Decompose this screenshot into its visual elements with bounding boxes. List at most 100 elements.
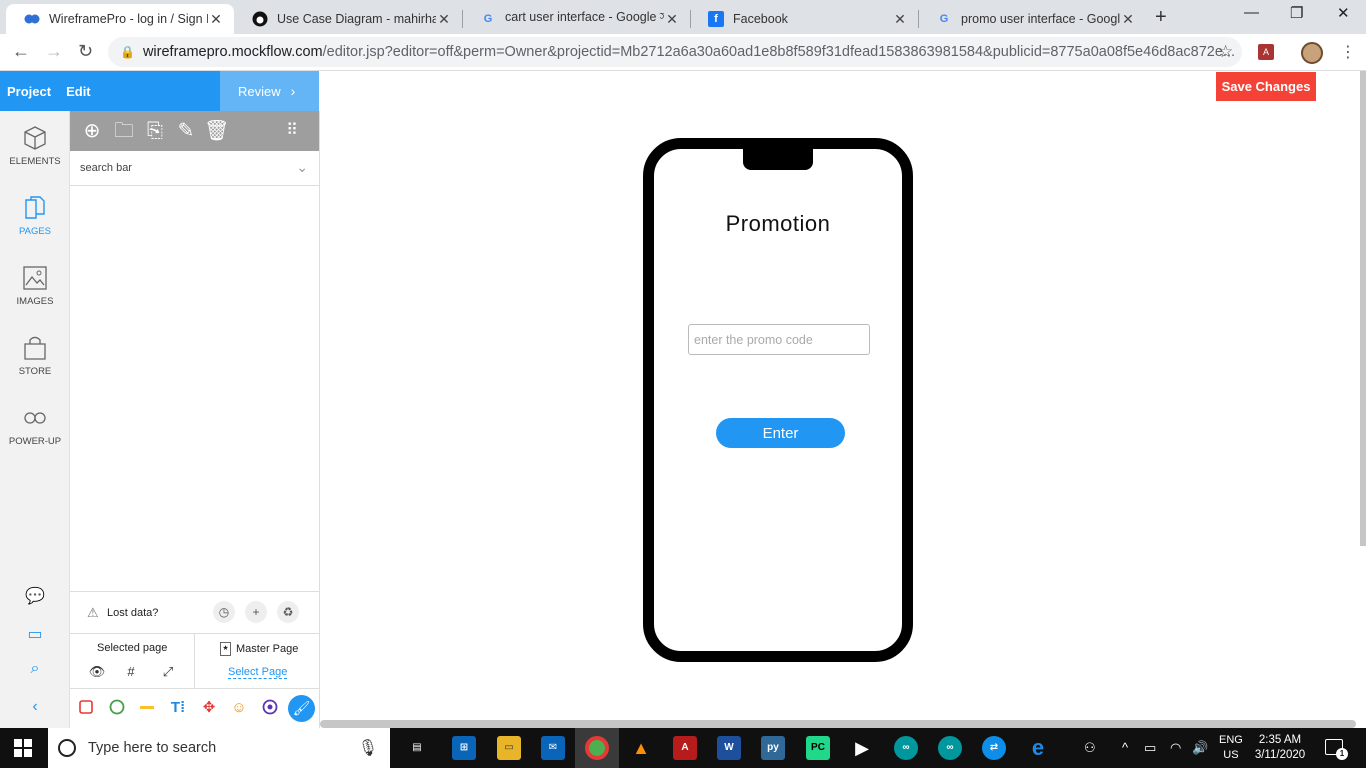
edit-icon[interactable]: ✎ — [174, 119, 198, 143]
task-view-icon[interactable]: ▤ — [405, 736, 429, 760]
forward-icon[interactable]: → — [45, 41, 63, 62]
browser-menu-icon[interactable]: ⋮ — [1340, 42, 1356, 62]
close-tab-icon[interactable]: ✕ — [892, 11, 908, 28]
vertical-scrollbar[interactable] — [1360, 71, 1366, 546]
windows-taskbar: Type here to search 🎙 ▤ ⊞ ▭ ✉ ▲ A W py P… — [0, 728, 1366, 768]
editor-canvas[interactable]: Save Changes Promotion Enter — [320, 71, 1360, 728]
shape-tools: T⁞ ✥ ☺ 🖌 — [70, 688, 319, 728]
rectangle-tool-icon[interactable] — [77, 699, 95, 717]
phone-frame[interactable]: Promotion Enter — [643, 138, 913, 662]
close-window-icon[interactable]: ✕ — [1337, 4, 1350, 22]
rail-item-store[interactable]: STORE — [0, 335, 70, 377]
edge-icon[interactable]: e — [1026, 736, 1050, 760]
add-page-icon[interactable]: ⊕ — [80, 119, 104, 143]
page-search[interactable]: search bar ⌄ — [70, 151, 319, 186]
browser-tab-cart[interactable]: G cart user interface - Google সা ✕ — [462, 4, 690, 34]
history-icon[interactable]: ◷ — [213, 601, 235, 623]
new-tab-icon[interactable]: + — [1155, 6, 1167, 29]
back-icon[interactable]: ← — [12, 41, 30, 62]
file-explorer-icon[interactable]: ▭ — [497, 736, 521, 760]
chevron-double-down-icon[interactable]: ⌄ — [296, 159, 308, 176]
promo-code-input[interactable] — [688, 324, 870, 355]
save-changes-button[interactable]: Save Changes — [1216, 72, 1316, 101]
battery-icon[interactable]: ▭ — [1144, 740, 1156, 756]
reload-icon[interactable]: ↻ — [78, 41, 93, 62]
close-tab-icon[interactable]: ✕ — [1120, 11, 1136, 28]
tab-title: Use Case Diagram - mahirhasan — [277, 12, 436, 26]
notification-center-icon[interactable]: 1 — [1325, 739, 1348, 760]
browser-tab-wireframepro[interactable]: WireframePro - log in / Sign In ✕ — [6, 4, 234, 34]
microphone-icon[interactable]: 🎙 — [358, 738, 378, 758]
vlc-icon[interactable]: ▲ — [629, 736, 653, 760]
pdf-extension-icon[interactable]: A — [1258, 44, 1274, 60]
taskbar-search[interactable]: Type here to search 🎙 — [48, 728, 390, 768]
folder-icon[interactable]: 🗀 — [112, 119, 136, 143]
chevron-up-icon[interactable]: ^ — [1122, 740, 1128, 755]
teamviewer-icon[interactable]: ⇄ — [982, 736, 1006, 760]
media-app-icon[interactable]: ▶ — [850, 736, 874, 760]
python-icon[interactable]: py — [761, 736, 785, 760]
taskbar-search-text: Type here to search — [88, 740, 217, 756]
select-page-link[interactable]: Select Page — [228, 666, 288, 679]
warning-icon: ⚠ — [87, 605, 99, 620]
browser-tab-promo[interactable]: G promo user interface - Google ✕ — [918, 4, 1146, 34]
wifi-icon[interactable]: ◠ — [1170, 740, 1181, 756]
windows-start-icon[interactable] — [14, 739, 32, 757]
language-indicator[interactable]: ENG US — [1219, 733, 1243, 763]
people-icon[interactable]: ⚇ — [1084, 740, 1096, 756]
rail-item-images[interactable]: IMAGES — [0, 265, 70, 307]
edit-menu[interactable]: Edit — [66, 84, 91, 99]
restore-icon[interactable]: ❐ — [1290, 4, 1303, 22]
project-menu[interactable]: Project — [7, 84, 51, 99]
minimize-icon[interactable]: — — [1244, 4, 1259, 21]
rail-item-pages[interactable]: PAGES — [0, 195, 70, 237]
arduino-icon[interactable]: ∞ — [894, 736, 918, 760]
circle-tool-icon[interactable] — [108, 699, 126, 717]
close-tab-icon[interactable]: ✕ — [208, 11, 224, 28]
emoji-tool-icon[interactable]: ☺ — [230, 699, 248, 717]
collapse-left-icon[interactable]: ‹ — [24, 698, 46, 720]
url-path: /editor.jsp?editor=off&perm=Owner&projec… — [322, 44, 1236, 60]
word-icon[interactable]: W — [717, 736, 741, 760]
grid-icon[interactable]: # — [121, 664, 141, 682]
text-tool-icon[interactable]: T⁞ — [169, 699, 187, 717]
chat-icon[interactable]: 💬 — [24, 586, 46, 608]
pycharm-icon[interactable]: PC — [806, 736, 830, 760]
rail-item-elements[interactable]: ELEMENTS — [0, 125, 70, 167]
enter-button[interactable]: Enter — [716, 418, 845, 448]
recycle-icon[interactable]: ♻ — [277, 601, 299, 623]
eye-icon[interactable]: 👁 — [87, 664, 107, 682]
url-field[interactable]: 🔒 wireframepro.mockflow.com/editor.jsp?e… — [108, 37, 1242, 67]
duplicate-icon[interactable]: ⎘ — [143, 119, 167, 143]
chrome-icon[interactable] — [585, 736, 609, 760]
zoom-icon[interactable]: ⌕ — [24, 660, 46, 682]
line-tool-icon[interactable] — [138, 699, 156, 717]
profile-avatar[interactable] — [1301, 42, 1323, 64]
close-tab-icon[interactable]: ✕ — [664, 11, 680, 28]
browser-tab-facebook[interactable]: f Facebook ✕ — [690, 4, 918, 34]
trash-icon[interactable]: 🗑 — [204, 119, 229, 143]
arduino-icon-2[interactable]: ∞ — [938, 736, 962, 760]
rail-item-power-up[interactable]: POWER-UP — [0, 405, 70, 447]
volume-icon[interactable]: 🔊 — [1192, 740, 1208, 756]
target-tool-icon[interactable] — [261, 699, 279, 717]
promotion-title: Promotion — [725, 211, 831, 236]
bookmark-star-icon[interactable]: ☆ — [1218, 42, 1233, 62]
resize-icon[interactable]: ⤢ — [158, 664, 178, 682]
store-icon[interactable]: ⊞ — [452, 736, 476, 760]
brush-tool-icon[interactable]: 🖌 — [288, 695, 315, 722]
close-tab-icon[interactable]: ✕ — [436, 11, 452, 28]
tab-title: promo user interface - Google — [961, 12, 1120, 26]
add-icon[interactable]: + — [245, 601, 267, 623]
mockflow-icon — [24, 11, 40, 27]
video-icon[interactable]: ▭ — [24, 624, 46, 646]
move-tool-icon[interactable]: ✥ — [200, 699, 218, 717]
grid-dots-icon[interactable]: ⠿ — [280, 119, 304, 143]
mail-icon[interactable]: ✉ — [541, 736, 565, 760]
browser-tab-github[interactable]: Use Case Diagram - mahirhasan ✕ — [234, 4, 462, 34]
horizontal-scrollbar[interactable] — [320, 720, 1356, 728]
clock[interactable]: 2:35 AM 3/11/2020 — [1254, 733, 1306, 763]
lost-data-link[interactable]: Lost data? — [107, 607, 158, 619]
acrobat-icon[interactable]: A — [673, 736, 697, 760]
review-button[interactable]: Review › — [220, 71, 319, 111]
